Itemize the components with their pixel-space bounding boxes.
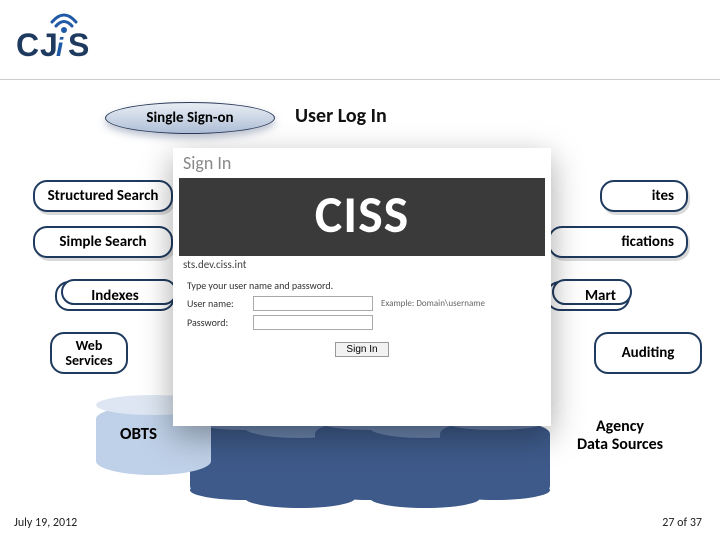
domain-text: sts.dev.ciss.int: [173, 256, 551, 277]
username-label: User name:: [187, 297, 253, 310]
footer-date: July 19, 2012: [14, 516, 77, 530]
auditing-box: Auditing: [594, 332, 702, 374]
right-box-2-label: fications: [621, 233, 674, 251]
logo: C J i S: [14, 10, 110, 66]
header: C J i S: [0, 0, 720, 80]
user-log-in-label: User Log In: [295, 104, 387, 128]
simple-search-label: Simple Search: [59, 233, 146, 251]
svg-text:S: S: [68, 27, 89, 63]
right-box-1-label: ites: [652, 187, 674, 205]
password-label: Password:: [187, 316, 253, 329]
single-sign-on-oval: Single Sign-on: [105, 102, 275, 134]
username-example: Example: Domain\username: [381, 298, 485, 309]
agency-data-sources-label: Agency Data Sources: [550, 418, 690, 455]
username-input[interactable]: [253, 296, 373, 311]
web-services-label: Web Services: [65, 338, 112, 369]
svg-text:i: i: [56, 32, 64, 62]
right-box-3: Mart: [546, 281, 630, 311]
username-row: User name: Example: Domain\username: [173, 294, 551, 313]
prompt-text: Type your user name and password.: [173, 277, 551, 294]
password-input[interactable]: [253, 315, 373, 330]
svg-text:C: C: [16, 27, 39, 63]
right-box-3-label: Mart: [585, 287, 616, 305]
structured-search-box: Structured Search: [33, 180, 173, 212]
auditing-label: Auditing: [622, 344, 675, 362]
indexes-box: Indexes: [55, 281, 175, 311]
obts-label: OBTS: [120, 423, 157, 444]
web-services-box: Web Services: [50, 332, 128, 374]
simple-search-box: Simple Search: [33, 226, 173, 258]
signin-button[interactable]: Sign In: [335, 342, 388, 357]
right-box-2: fications: [548, 226, 688, 258]
sso-label: Single Sign-on: [146, 109, 233, 127]
modal-title-bar: CISS: [179, 178, 545, 256]
signin-modal: Sign In CISS sts.dev.ciss.int Type your …: [173, 148, 551, 426]
signin-heading: Sign In: [173, 148, 551, 178]
indexes-label: Indexes: [91, 287, 138, 305]
footer-page: 27 of 37: [662, 516, 702, 530]
structured-search-label: Structured Search: [48, 187, 159, 205]
ciss-title: CISS: [179, 184, 545, 250]
password-row: Password:: [173, 313, 551, 332]
right-box-1: ites: [600, 180, 688, 212]
